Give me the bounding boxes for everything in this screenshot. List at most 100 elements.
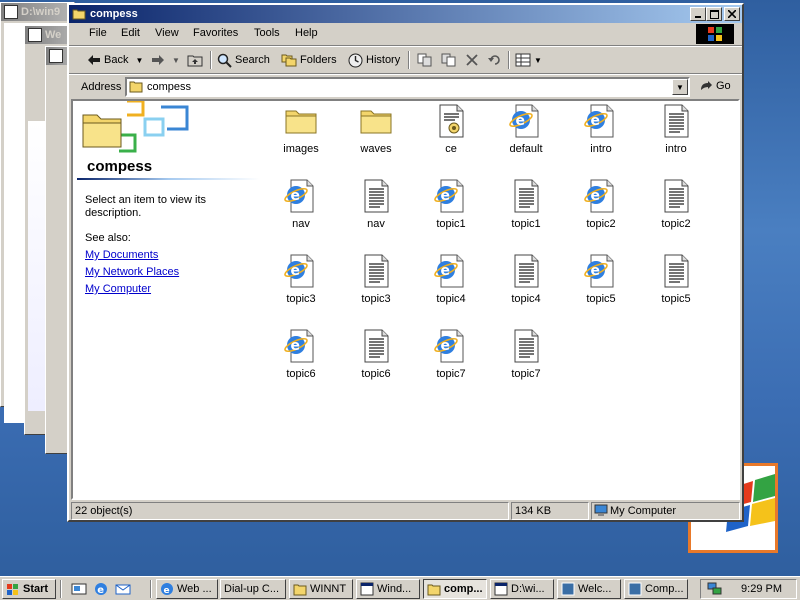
file-item[interactable]: e topic2 [566, 178, 636, 230]
up-folder-button[interactable] [187, 50, 203, 70]
file-item[interactable]: e topic4 [416, 253, 486, 305]
file-item[interactable]: e default [491, 103, 561, 155]
file-item[interactable]: e intro [566, 103, 636, 155]
taskbar-button[interactable]: Comp... [624, 579, 688, 599]
maximize-button[interactable] [706, 7, 722, 21]
delete-button[interactable] [466, 50, 478, 70]
views-button[interactable]: ▼ [515, 50, 542, 70]
ie-html-icon: e [583, 178, 619, 214]
menu-view[interactable]: View [155, 27, 179, 39]
menu-file[interactable]: File [89, 27, 107, 39]
ie-icon: e [160, 582, 174, 596]
file-item[interactable]: e topic3 [266, 253, 336, 305]
ie-html-icon: e [508, 103, 544, 139]
history-button[interactable]: History [348, 50, 400, 70]
taskbar-button[interactable]: D:\wi... [490, 579, 554, 599]
taskbar-button[interactable]: comp... [423, 579, 487, 599]
title-bar[interactable]: compess [69, 5, 742, 23]
menu-help[interactable]: Help [295, 27, 318, 39]
taskbar-button[interactable]: Dial-up C... [220, 579, 286, 599]
file-item[interactable]: e topic1 [416, 178, 486, 230]
outlook-icon[interactable] [115, 581, 131, 597]
chevron-down-icon[interactable]: ▼ [135, 56, 143, 65]
move-to-button[interactable] [417, 50, 433, 70]
forward-arrow-icon [152, 55, 164, 65]
clock[interactable]: 9:29 PM [741, 583, 782, 595]
svg-text:e: e [291, 263, 301, 279]
file-name: topic5 [586, 293, 616, 305]
taskbar-button[interactable]: WINNT [289, 579, 353, 599]
background-window-titlebar[interactable]: D:\win9 [1, 3, 74, 21]
link-my-documents[interactable]: My Documents [85, 249, 158, 261]
taskbar-button-label: Welc... [578, 583, 612, 595]
go-button[interactable]: Go [699, 80, 731, 92]
explorer-window[interactable]: compess File Edit View Favorites Tools H… [67, 3, 744, 522]
file-name: waves [360, 143, 392, 155]
ie-icon[interactable]: e [93, 581, 109, 597]
folder-banner-icon [82, 101, 189, 153]
ie-html-icon: e [283, 328, 319, 364]
file-item[interactable]: e nav [266, 178, 336, 230]
file-item[interactable]: e topic7 [416, 328, 486, 380]
start-button[interactable]: Start [2, 579, 56, 599]
chevron-down-icon: ▼ [676, 82, 684, 92]
menu-tools[interactable]: Tools [254, 27, 280, 39]
taskbar-button-label: WINNT [310, 583, 347, 595]
chevron-down-icon[interactable]: ▼ [172, 56, 180, 65]
svg-text:e: e [441, 338, 451, 354]
window-icon [628, 582, 642, 596]
address-dropdown-button[interactable]: ▼ [672, 79, 688, 95]
file-name: topic3 [286, 293, 316, 305]
file-item[interactable]: topic1 [491, 178, 561, 230]
link-my-network-places[interactable]: My Network Places [85, 266, 179, 278]
file-item[interactable]: topic2 [641, 178, 711, 230]
menu-favorites[interactable]: Favorites [193, 27, 238, 39]
file-name: intro [665, 143, 687, 155]
address-input[interactable]: compess ▼ [125, 77, 690, 97]
svg-text:e: e [591, 263, 601, 279]
file-item[interactable]: e topic6 [266, 328, 336, 380]
pane-description: Select an item to view its description. [85, 194, 207, 219]
search-button[interactable]: Search [217, 50, 270, 70]
close-button[interactable] [724, 7, 740, 21]
file-item[interactable]: ce [416, 103, 486, 155]
file-item[interactable]: topic5 [641, 253, 711, 305]
file-item[interactable]: topic4 [491, 253, 561, 305]
file-item[interactable]: topic3 [341, 253, 411, 305]
file-item[interactable]: topic7 [491, 328, 561, 380]
folder-icon [293, 583, 307, 596]
folders-button[interactable]: Folders [281, 50, 337, 70]
file-item[interactable]: images [266, 103, 336, 155]
menu-edit[interactable]: Edit [121, 27, 140, 39]
show-desktop-icon[interactable] [71, 581, 87, 597]
copy-to-button[interactable] [441, 50, 457, 70]
go-arrow-icon [701, 81, 712, 90]
taskbar-button[interactable]: Welc... [557, 579, 621, 599]
forward-button[interactable]: ▼ [151, 50, 180, 70]
system-tray: 9:29 PM [700, 579, 797, 599]
file-name: topic4 [436, 293, 466, 305]
back-button[interactable]: Back ▼ [87, 50, 143, 70]
address-value: compess [147, 81, 192, 93]
file-item[interactable]: intro [641, 103, 711, 155]
svg-text:e: e [291, 338, 301, 354]
file-item[interactable]: waves [341, 103, 411, 155]
web-view-pane: compess Select an item to view its descr… [73, 101, 260, 498]
svg-text:e: e [291, 188, 301, 204]
file-item[interactable]: e topic5 [566, 253, 636, 305]
file-name: topic7 [511, 368, 541, 380]
network-icon[interactable] [707, 582, 723, 596]
window-icon [49, 49, 63, 63]
link-my-computer[interactable]: My Computer [85, 283, 151, 295]
taskbar-button[interactable]: e Web ... [156, 579, 218, 599]
minimize-button[interactable] [690, 7, 706, 21]
see-also-label: See also: [85, 232, 131, 244]
file-item[interactable]: nav [341, 178, 411, 230]
file-item[interactable]: topic6 [341, 328, 411, 380]
taskbar-button[interactable]: Wind... [356, 579, 420, 599]
undo-button[interactable] [488, 50, 502, 70]
windows-throbber-icon [696, 24, 734, 44]
folder-icon [129, 81, 143, 93]
file-grid: images waves ce e default e intro intro e nav nav e… [263, 101, 733, 498]
chevron-down-icon[interactable]: ▼ [534, 56, 542, 65]
